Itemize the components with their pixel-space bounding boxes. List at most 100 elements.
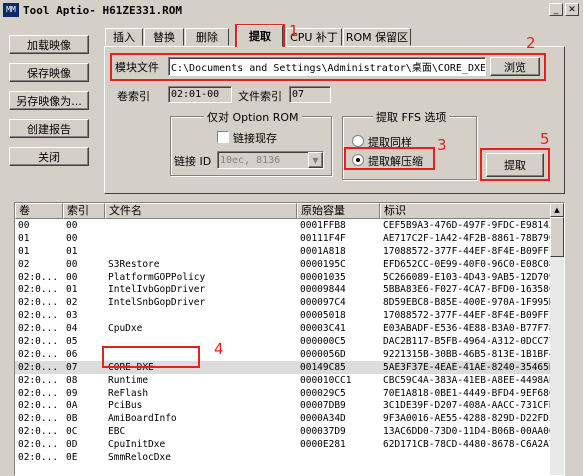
cell-volume: 01 — [18, 245, 30, 257]
cell-index: 00 — [66, 258, 78, 270]
cell-filename: SmmRelocDxe — [108, 452, 171, 464]
table-row[interactable]: 02:0... 0D CpuInitDxe 0000E281 62D171CB-78CD… — [15, 438, 551, 451]
ffs-file-table[interactable]: 卷 索引 文件名 原始容量 标识 00 00 0001FFB8 CEF5B9A3-47… — [14, 202, 565, 476]
tab-rom-reserve[interactable]: ROM 保留区 — [343, 28, 411, 46]
table-row[interactable]: 01 01 0001A818 17088572-377F-44EF-8F4E-B09F… — [15, 245, 551, 258]
cell-guid: 3C1DE39F-D207-408A-AACC-731CFB — [383, 400, 551, 412]
cell-guid: 70E1A818-0BE1-4449-BFD4-9EF68C — [383, 387, 551, 399]
vertical-scrollbar[interactable]: ▲ — [550, 203, 564, 475]
link-id-value: 10ec, 8136 — [220, 154, 281, 166]
extract-as-is-label: 提取同样 — [368, 136, 412, 149]
cell-raw-size: 000097C4 — [300, 297, 346, 309]
cell-index: 01 — [66, 245, 78, 257]
close-icon[interactable]: ✕ — [565, 3, 579, 16]
cell-raw-size: 00001035 — [300, 271, 346, 283]
cell-index: 0D — [66, 439, 78, 451]
column-header-guid[interactable]: 标识 — [380, 203, 551, 219]
table-row[interactable]: 02:0... 06 0000056D 9221315B-30BB-46B5-813E… — [15, 348, 551, 361]
cell-guid: 17088572-377F-44EF-8F4E-B09FFF — [383, 310, 551, 322]
load-image-button[interactable]: 加载映像 — [9, 35, 89, 54]
cell-raw-size: 00005018 — [300, 310, 346, 322]
annotation-number-1: 1 — [289, 22, 299, 40]
column-header-filename[interactable]: 文件名 — [105, 203, 297, 219]
extract-button[interactable]: 提取 — [486, 153, 544, 177]
cell-raw-size: 00009844 — [300, 284, 346, 296]
cell-filename: IntelIvbGopDriver — [108, 284, 206, 296]
chevron-down-icon[interactable]: ▼ — [308, 152, 323, 168]
cell-index: 06 — [66, 348, 78, 360]
table-row[interactable]: 02:0... 0E SmmRelocDxe — [15, 451, 551, 464]
table-row[interactable]: 02:0... 02 IntelSnbGopDriver 000097C4 8D59EB… — [15, 296, 551, 309]
cell-raw-size: 0001FFB8 — [300, 220, 346, 231]
cell-index: 00 — [66, 220, 78, 231]
annotation-number-5: 5 — [540, 130, 550, 148]
table-row[interactable]: 01 00 00111F4F AE717C2F-1A42-4F2B-8861-78B7… — [15, 232, 551, 245]
cell-filename — [105, 232, 297, 245]
table-row[interactable]: 02:0... 08 Runtime 000010CC1 CBC59C4A-383A-4… — [15, 374, 551, 387]
cell-index: 05 — [66, 336, 78, 348]
create-report-button[interactable]: 创建报告 — [9, 119, 89, 138]
tab-extract[interactable]: 提取 — [237, 25, 283, 47]
cell-guid: CBC59C4A-383A-41EB-A8EE-4498AE — [383, 374, 551, 386]
cell-volume: 02:0... — [18, 310, 59, 322]
cell-guid — [380, 451, 551, 464]
cell-index: 00 — [66, 271, 78, 283]
table-row[interactable]: 02:0... 09 ReFlash 000029C5 70E1A818-0BE1-44… — [15, 387, 551, 400]
cell-filename: S3Restore — [108, 258, 160, 270]
table-row[interactable]: 00 00 0001FFB8 CEF5B9A3-476D-497F-9FDC-E981… — [15, 219, 551, 232]
tab-replace[interactable]: 替换 — [144, 28, 184, 46]
cell-guid: E03ABADF-E536-4E88-B3A0-B77F78 — [383, 323, 551, 335]
table-row[interactable]: 02:0... 0A PciBus 00007DB9 3C1DE39F-D207-408… — [15, 399, 551, 412]
module-file-input[interactable]: C:\Documents and Settings\Administrator\… — [168, 57, 486, 76]
table-row[interactable]: 02:0... 0B AmiBoardInfo 0000A34D 9F3A0016-AE… — [15, 412, 551, 425]
cell-volume: 02:0... — [18, 336, 59, 348]
table-row[interactable]: 02:0... 01 IntelIvbGopDriver 00009844 5BBA83… — [15, 283, 551, 296]
extract-decompress-radio[interactable] — [352, 154, 364, 166]
column-header-index[interactable]: 索引 — [63, 203, 105, 219]
cell-raw-size: 0000195C — [300, 258, 346, 270]
extract-as-is-radio[interactable] — [352, 135, 364, 147]
link-existing-checkbox[interactable] — [217, 131, 229, 143]
table-row[interactable]: 02:0... 00 PlatformGOPPolicy 00001035 5C2660… — [15, 271, 551, 284]
tab-delete[interactable]: 删除 — [185, 28, 229, 46]
cell-volume: 02:0... — [18, 400, 59, 412]
annotation-number-2: 2 — [526, 34, 536, 52]
column-header-raw-size[interactable]: 原始容量 — [297, 203, 380, 219]
browse-button[interactable]: 浏览 — [490, 57, 540, 76]
cell-volume: 02:0... — [18, 452, 59, 464]
cell-index: 0E — [66, 452, 78, 464]
cell-volume: 02:0... — [18, 323, 59, 335]
save-image-as-button[interactable]: 另存映像为... — [9, 91, 89, 110]
save-image-button[interactable]: 保存映像 — [9, 63, 89, 82]
cell-index: 0A — [66, 400, 78, 412]
tab-insert[interactable]: 插入 — [105, 28, 143, 46]
table-row[interactable]: 02 00 S3Restore 0000195C EFD652CC-0E99-40F0-… — [15, 258, 551, 271]
cell-filename: PlatformGOPPolicy — [108, 271, 206, 283]
cell-filename — [105, 335, 297, 348]
table-row[interactable]: 02:0... 07 CORE DXE 00149C85 5AE3F37E-4EAE-4… — [15, 360, 551, 374]
cell-index: 00 — [66, 232, 78, 244]
table-row[interactable]: 02:0... 04 CpuDxe 00003C41 E03ABADF-E536-4E8… — [15, 322, 551, 335]
cell-volume: 02:0... — [18, 413, 59, 425]
cell-volume: 02:0... — [18, 361, 59, 373]
cell-volume: 02:0... — [18, 284, 59, 296]
app-icon: MM — [3, 3, 19, 17]
scroll-thumb[interactable] — [550, 217, 564, 257]
cell-raw-size: 000000C5 — [300, 336, 346, 348]
column-header-volume[interactable]: 卷 — [15, 203, 63, 219]
cell-index: 08 — [66, 374, 78, 386]
table-row[interactable]: 02:0... 0C EBC 000037D9 13AC6DD0-73D0-11D4-B… — [15, 425, 551, 438]
cell-volume: 02:0... — [18, 297, 59, 309]
minimize-icon[interactable]: _ — [549, 3, 563, 16]
cell-raw-size: 0000056D — [300, 348, 346, 360]
scroll-up-icon[interactable]: ▲ — [550, 203, 564, 217]
cell-index: 07 — [66, 361, 78, 373]
table-row[interactable]: 02:0... 05 000000C5 DAC2B117-B5FB-4964-A312… — [15, 335, 551, 348]
cell-raw-size: 0000E281 — [300, 439, 346, 451]
cell-index: 02 — [66, 297, 78, 309]
close-button[interactable]: 关闭 — [9, 147, 89, 166]
table-row[interactable]: 02:0... 03 00005018 17088572-377F-44EF-8F4E… — [15, 309, 551, 322]
cell-filename — [105, 245, 297, 258]
cell-raw-size: 000029C5 — [300, 387, 346, 399]
cell-guid: CEF5B9A3-476D-497F-9FDC-E98143 — [383, 220, 551, 231]
